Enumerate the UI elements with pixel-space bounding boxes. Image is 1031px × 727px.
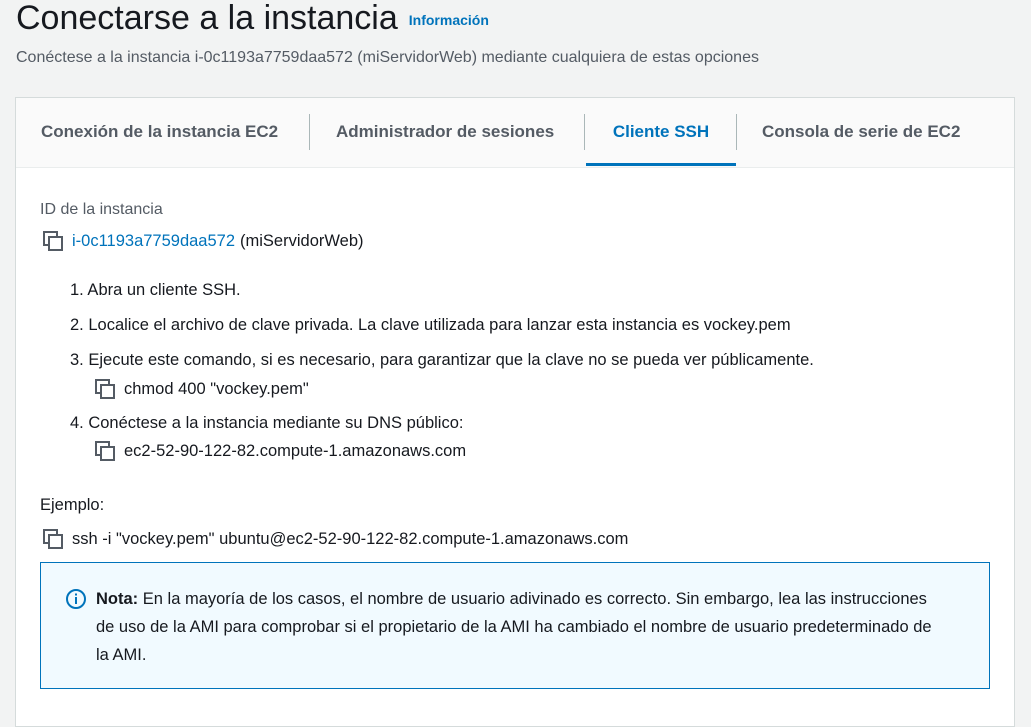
instance-id-row: i-0c1193a7759daa572 (miServidorWeb) xyxy=(42,230,363,252)
page-header: Conectarse a la instancia Información xyxy=(16,0,489,36)
copy-icon[interactable] xyxy=(94,378,116,400)
step-4: 4. Conéctese a la instancia mediante su … xyxy=(70,414,464,432)
page-title: Conectarse a la instancia xyxy=(16,0,398,37)
step-1: 1. Abra un cliente SSH. xyxy=(70,281,241,299)
copy-icon[interactable] xyxy=(94,440,116,462)
example-command: ssh -i "vockey.pem" ubuntu@ec2-52-90-122… xyxy=(72,529,629,548)
note-title: Nota: xyxy=(96,590,139,608)
instance-name: (miServidorWeb) xyxy=(240,231,364,250)
info-icon xyxy=(65,588,87,615)
tab-bar: Conexión de la instancia EC2 Administrad… xyxy=(16,98,1014,168)
example-label: Ejemplo: xyxy=(40,496,105,514)
tab-separator xyxy=(309,114,310,150)
dns-command-row: ec2-52-90-122-82.compute-1.amazonaws.com xyxy=(94,440,466,462)
tab-separator xyxy=(584,114,585,150)
tab-ec2-serial-console[interactable]: Consola de serie de EC2 xyxy=(762,98,960,166)
step-3: 3. Ejecute este comando, si es necesario… xyxy=(70,351,814,369)
title-row: Conectarse a la instancia Información xyxy=(16,0,489,36)
public-dns: ec2-52-90-122-82.compute-1.amazonaws.com xyxy=(124,441,467,460)
note-text: Nota: En la mayoría de los casos, el nom… xyxy=(96,585,946,669)
tab-ssh-client[interactable]: Cliente SSH xyxy=(586,98,736,166)
instance-id-label: ID de la instancia xyxy=(40,201,163,218)
connect-panel: Conexión de la instancia EC2 Administrad… xyxy=(15,97,1015,727)
page-subtitle: Conéctese a la instancia i-0c1193a7759da… xyxy=(16,49,759,66)
note-body: En la mayoría de los casos, el nombre de… xyxy=(96,590,932,664)
info-note: Nota: En la mayoría de los casos, el nom… xyxy=(40,562,990,689)
copy-icon[interactable] xyxy=(42,230,64,252)
copy-icon[interactable] xyxy=(42,528,64,550)
tab-session-manager[interactable]: Administrador de sesiones xyxy=(336,98,554,166)
chmod-command-row: chmod 400 "vockey.pem" xyxy=(94,378,309,400)
tab-separator xyxy=(736,114,737,150)
info-link[interactable]: Información xyxy=(409,12,489,28)
instance-id-link[interactable]: i-0c1193a7759daa572 xyxy=(72,232,235,251)
chmod-command: chmod 400 "vockey.pem" xyxy=(124,379,309,398)
step-2: 2. Localice el archivo de clave privada.… xyxy=(70,316,791,334)
tab-ec2-instance-connect[interactable]: Conexión de la instancia EC2 xyxy=(41,98,278,166)
example-command-row: ssh -i "vockey.pem" ubuntu@ec2-52-90-122… xyxy=(42,528,628,550)
